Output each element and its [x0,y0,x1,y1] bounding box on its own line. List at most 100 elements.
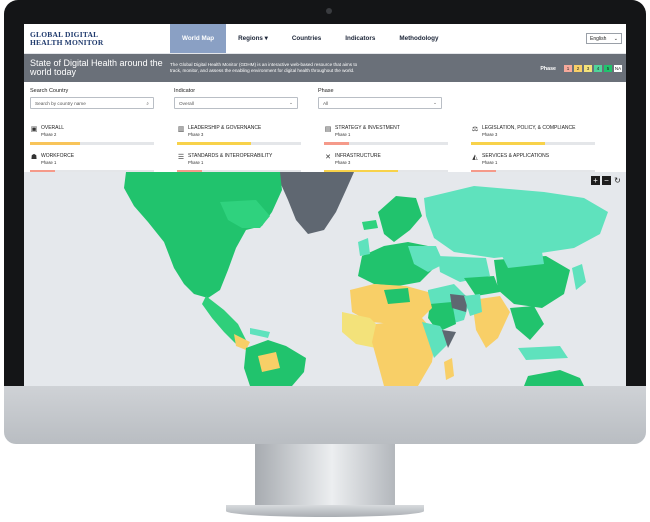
map-north-africa-green [384,288,410,304]
search-label: Search Country [30,88,69,94]
indicator-filter: Indicator Overall ⌄ [174,88,298,124]
zoom-out-button[interactable]: − [602,176,611,185]
page-title: State of Digital Health around the world… [30,58,163,77]
indicator-card[interactable]: ▥ LEADERSHIP & GOVERNANCE Phase 3 [177,124,323,152]
standards-icon: ☰ [177,154,185,161]
indicator-card-header: ▤ STRATEGY & INVESTMENT Phase 1 [324,125,470,136]
main-nav: World Map Regions ▾ Countries Indicators… [170,24,451,53]
monitor-icon: ◭ [472,154,478,161]
map-russia [424,186,608,258]
scales-icon: ⚖ [471,126,479,133]
indicator-title: SERVICES & APPLICATIONS [482,153,550,159]
filters-row: Search Country Search by country name ⌕ … [24,82,626,124]
indicator-card[interactable]: ▤ STRATEGY & INVESTMENT Phase 1 [324,124,470,152]
indicator-progress-bar [177,142,301,145]
indicator-title: OVERALL [41,125,65,131]
top-navigation-bar: GLOBAL DIGITAL HEALTH MONITOR World Map … [24,24,626,54]
world-map[interactable]: + − ↻ [24,172,626,386]
site-logo[interactable]: GLOBAL DIGITAL HEALTH MONITOR [24,30,170,47]
indicator-progress-fill [30,142,80,145]
map-madagascar [444,358,454,380]
indicator-label: Indicator [174,88,196,94]
map-scandinavia [378,196,422,242]
map-australia [524,370,584,386]
map-central-asia [464,276,500,296]
monitor-chin [4,386,646,444]
nav-methodology[interactable]: Methodology [387,24,450,53]
nav-world-map[interactable]: World Map [170,24,227,53]
indicator-title: LEGISLATION, POLICY, & COMPLIANCE [482,125,576,131]
phase-legend-1: 1 [564,65,572,72]
nav-regions[interactable]: Regions ▾ [226,24,280,53]
nav-countries[interactable]: Countries [280,24,333,53]
monitor-stand [255,444,395,508]
indicator-progress-fill [324,142,349,145]
phase-legend: Phase 1 2 3 4 5 NA [540,65,622,72]
chevron-down-icon: ⌄ [289,100,293,105]
indicator-phase: Phase 3 [188,131,204,137]
search-filter: Search Country Search by country name ⌕ [30,88,154,124]
map-indonesia [518,346,568,360]
phase-legend-2: 2 [574,65,582,72]
search-input[interactable]: Search by country name ⌕ [30,97,154,109]
phase-select[interactable]: All ⌄ [318,97,442,109]
indicator-phase: Phase 1 [188,159,204,165]
map-north-america [124,172,282,298]
phase-legend-4: 4 [594,65,602,72]
indicator-phase: Phase 1 [482,159,498,165]
indicator-card-header: ⚖ LEGISLATION, POLICY, & COMPLIANCE Phase … [471,125,617,137]
chevron-down-icon: ⌄ [613,35,618,42]
map-uk [358,238,370,256]
zoom-in-button[interactable]: + [591,176,600,185]
tools-icon: ✕ [325,154,331,161]
indicator-phase: Phase 2 [41,131,57,137]
indicator-card[interactable]: ⚖ LEGISLATION, POLICY, & COMPLIANCE Phase … [471,124,617,152]
indicator-phase: Phase 3 [335,159,351,165]
indicator-phase: Phase 3 [482,131,498,137]
indicator-title: STRATEGY & INVESTMENT [335,125,400,131]
indicator-phase: Phase 1 [41,159,57,165]
hero-banner: State of Digital Health around the world… [24,54,626,82]
indicator-card[interactable]: ▣ OVERALL Phase 2 [30,124,176,152]
search-icon[interactable]: ⌕ [146,101,149,106]
indicator-title: INFRASTRUCTURE [335,153,381,159]
language-select[interactable]: English ⌄ [586,33,622,44]
site-description: The Global Digital Health Monitor (GDHM)… [170,62,358,73]
phase-filter: Phase All ⌄ [318,88,442,124]
map-controls: + − ↻ [591,176,622,185]
phase-legend-label: Phase [540,65,556,72]
indicator-card-header: ☰ STANDARDS & INTEROPERABILITY Phase 1 [177,153,323,165]
indicator-title: STANDARDS & INTEROPERABILITY [188,153,273,159]
phase-label: Phase [318,88,334,94]
indicator-title: LEADERSHIP & GOVERNANCE [188,125,262,131]
map-greenland [280,172,354,234]
monitor-base [226,505,424,517]
indicator-progress-bar [324,142,448,145]
indicator-progress-fill [471,142,546,145]
people-icon: ☗ [30,154,38,161]
indicator-progress-bar [30,142,154,145]
bar-chart-icon: ▥ [177,126,185,133]
phase-legend-na: NA [614,65,622,72]
document-icon: ▤ [324,126,332,133]
browser-screen: GLOBAL DIGITAL HEALTH MONITOR World Map … [24,24,626,386]
indicator-card-header: ◭ SERVICES & APPLICATIONS Phase 1 [471,153,617,165]
indicator-progress-bar [471,142,595,145]
reset-icon[interactable]: ↻ [613,176,622,185]
map-pakistan [464,294,482,316]
map-caribbean [250,328,270,338]
indicator-progress-fill [177,142,252,145]
map-iceland [362,220,378,230]
world-map-svg[interactable] [24,172,626,386]
phase-legend-3: 3 [584,65,592,72]
indicator-select[interactable]: Overall ⌄ [174,97,298,109]
camera-icon [326,8,332,14]
nav-indicators[interactable]: Indicators [333,24,387,53]
grid-icon: ▣ [30,126,38,133]
indicator-title: WORKFORCE [41,153,75,159]
indicator-card-header: ✕ INFRASTRUCTURE Phase 3 [324,153,470,165]
chevron-down-icon: ⌄ [433,100,437,105]
phase-legend-5: 5 [604,65,612,72]
indicator-card-header: ▥ LEADERSHIP & GOVERNANCE Phase 3 [177,125,323,137]
indicator-card-header: ▣ OVERALL Phase 2 [30,125,176,137]
